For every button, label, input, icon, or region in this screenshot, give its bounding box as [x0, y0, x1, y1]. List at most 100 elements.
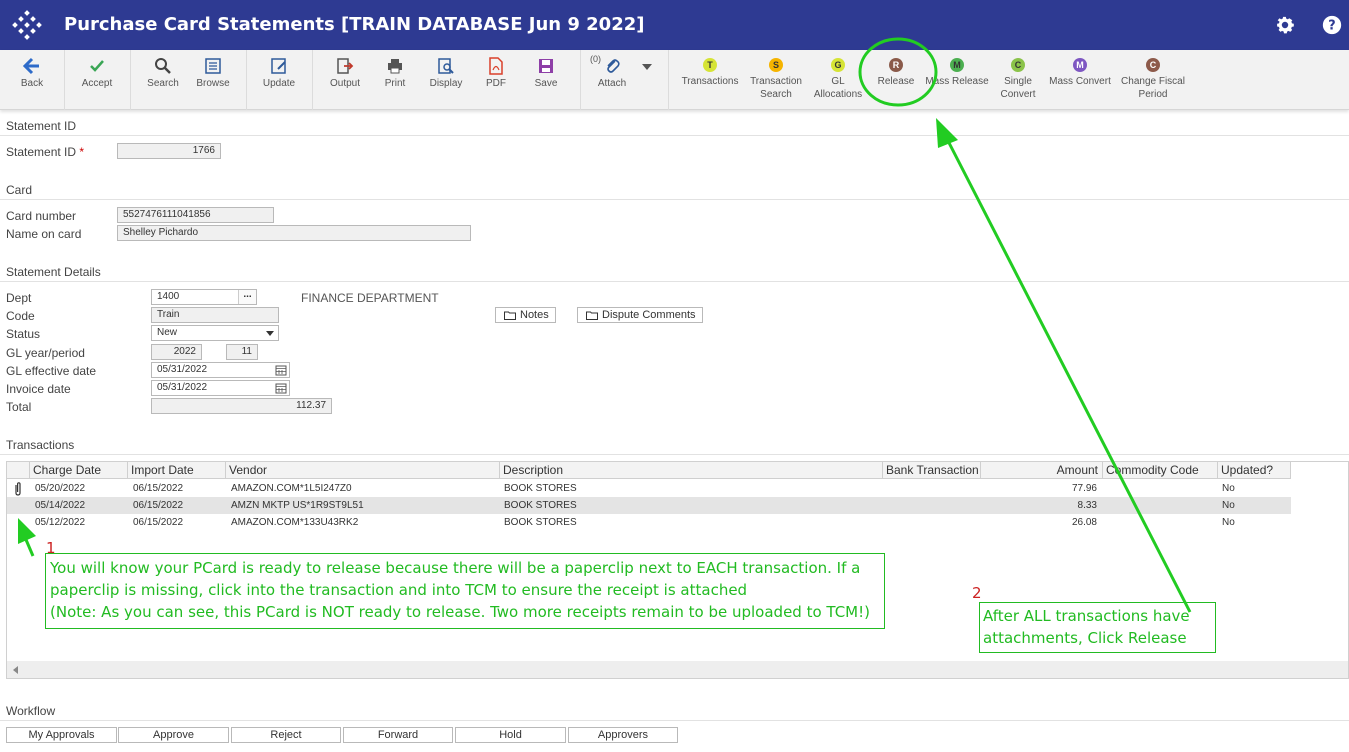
save-button[interactable]: Save [522, 50, 570, 110]
total-label: Total [6, 400, 32, 414]
check-icon [90, 60, 104, 72]
code-label: Code [6, 309, 35, 323]
toolbar-separator [130, 50, 131, 110]
action-label: GL Allocations [808, 75, 868, 101]
horizontal-scrollbar[interactable] [7, 661, 1348, 678]
back-arrow-icon [23, 57, 39, 75]
table-row[interactable]: 05/12/2022 06/15/2022 AMAZON.COM*133U43R… [7, 514, 1291, 531]
paperclip-icon[interactable] [13, 482, 23, 496]
column-header-updated[interactable]: Updated? [1217, 462, 1291, 479]
mass-convert-button[interactable]: M Mass Convert [1046, 50, 1114, 110]
cell-updated: No [1222, 517, 1235, 528]
column-header-amount[interactable]: Amount [980, 462, 1102, 479]
action-label: Mass Convert [1046, 75, 1114, 88]
transaction-search-button[interactable]: S Transaction Search [744, 50, 808, 110]
annotation-number-2: 2 [972, 584, 982, 602]
annotation-note-1-line: (Note: As you can see, this PCard is NOT… [50, 603, 870, 621]
pdf-button[interactable]: PDF [472, 50, 520, 110]
release-button[interactable]: R Release [868, 50, 924, 110]
forward-button[interactable]: Forward [343, 727, 453, 743]
action-label-line2: Convert [1000, 89, 1036, 100]
calendar-icon[interactable] [275, 364, 287, 376]
dispute-comments-button[interactable]: Dispute Comments [577, 307, 703, 323]
section-transactions: Transactions [6, 438, 75, 452]
transactions-button[interactable]: T Transactions [678, 50, 742, 110]
gl-allocations-button[interactable]: G GL Allocations [808, 50, 868, 110]
action-letter-icon: M [1073, 58, 1087, 72]
section-workflow: Workflow [6, 704, 56, 718]
attach-button[interactable]: (0) Attach [588, 50, 636, 110]
divider [0, 454, 1349, 455]
print-button[interactable]: Print [370, 50, 420, 110]
gl-year-field[interactable]: 2022 [151, 344, 202, 360]
annotation-note-2: After ALL transactions have attachments,… [979, 602, 1216, 653]
card-number-field[interactable]: 5527476111041856 [117, 207, 274, 223]
gl-period-field[interactable]: 11 [226, 344, 258, 360]
dept-name: FINANCE DEPARTMENT [301, 291, 439, 305]
search-button[interactable]: Search [138, 50, 188, 110]
browse-button[interactable]: Browse [188, 50, 238, 110]
action-label: Release [868, 75, 924, 88]
mass-release-button[interactable]: M Mass Release [924, 50, 990, 110]
statement-id-field[interactable]: 1766 [117, 143, 221, 159]
display-button[interactable]: Display [420, 50, 472, 110]
display-icon [438, 58, 454, 74]
column-header-import-date[interactable]: Import Date [127, 462, 225, 479]
dept-value: 1400 [157, 291, 180, 302]
dept-lookup-button[interactable]: ... [238, 290, 256, 304]
status-select[interactable]: New [151, 325, 279, 341]
chevron-down-icon [266, 331, 274, 336]
column-header-bank-transaction[interactable]: Bank Transaction [882, 462, 980, 479]
action-label: Transaction Search [744, 75, 808, 101]
action-label-line2: Allocations [813, 89, 863, 100]
back-button[interactable]: Back [4, 50, 60, 110]
reject-button[interactable]: Reject [231, 727, 341, 743]
column-header-commodity-code[interactable]: Commodity Code [1102, 462, 1217, 479]
accept-button[interactable]: Accept [70, 50, 124, 110]
column-header-description[interactable]: Description [499, 462, 882, 479]
column-header-charge-date[interactable]: Charge Date [29, 462, 127, 479]
action-label-line1: Mass Release [925, 76, 989, 87]
my-approvals-button[interactable]: My Approvals [6, 727, 117, 743]
folder-icon [586, 311, 598, 320]
notes-button[interactable]: Notes [495, 307, 556, 323]
status-value: New [157, 327, 178, 338]
update-button[interactable]: Update [254, 50, 304, 110]
code-field[interactable]: Train [151, 307, 279, 323]
name-on-card-field[interactable]: Shelley Pichardo [117, 225, 471, 241]
cell-vendor: AMAZON.COM*1L5I247Z0 [231, 483, 352, 494]
dept-field[interactable]: 1400 ... [151, 289, 257, 305]
column-header-vendor[interactable]: Vendor [225, 462, 499, 479]
attach-dropdown[interactable] [640, 50, 654, 110]
section-statement-id: Statement ID [6, 119, 77, 133]
change-fiscal-period-button[interactable]: C Change Fiscal Period [1118, 50, 1188, 110]
app-logo-icon[interactable] [12, 10, 42, 40]
approve-button[interactable]: Approve [118, 727, 229, 743]
name-on-card-label: Name on card [6, 227, 82, 241]
gl-effective-date-field[interactable]: 05/31/2022 [151, 362, 290, 378]
action-label: Transactions [678, 75, 742, 88]
page-title: Purchase Card Statements [TRAIN DATABASE… [64, 14, 645, 35]
table-row[interactable]: 05/14/2022 06/15/2022 AMZN MKTP US*1R9ST… [7, 497, 1291, 514]
annotation-note-1-line: paperclip is missing, click into the tra… [50, 581, 748, 599]
table-row[interactable]: 05/20/2022 06/15/2022 AMAZON.COM*1L5I247… [7, 480, 1291, 497]
action-letter-icon: R [889, 58, 903, 72]
notes-label: Notes [520, 309, 549, 321]
invoice-date-value: 05/31/2022 [157, 382, 208, 393]
hold-button[interactable]: Hold [455, 727, 566, 743]
section-statement-details: Statement Details [6, 265, 101, 279]
action-label-line1: Transactions [681, 76, 739, 87]
help-icon[interactable]: ? [1321, 14, 1343, 36]
action-letter-icon: C [1011, 58, 1025, 72]
single-convert-button[interactable]: C Single Convert [990, 50, 1046, 110]
invoice-date-field[interactable]: 05/31/2022 [151, 380, 290, 396]
calendar-icon[interactable] [275, 382, 287, 394]
gl-effective-date-value: 05/31/2022 [157, 364, 208, 375]
approvers-button[interactable]: Approvers [568, 727, 678, 743]
scroll-left-icon[interactable] [13, 666, 18, 674]
gear-icon[interactable] [1274, 14, 1296, 36]
statement-id-label: Statement ID * [6, 145, 85, 159]
output-button[interactable]: Output [320, 50, 370, 110]
divider [0, 135, 1349, 136]
update-icon [271, 58, 286, 74]
